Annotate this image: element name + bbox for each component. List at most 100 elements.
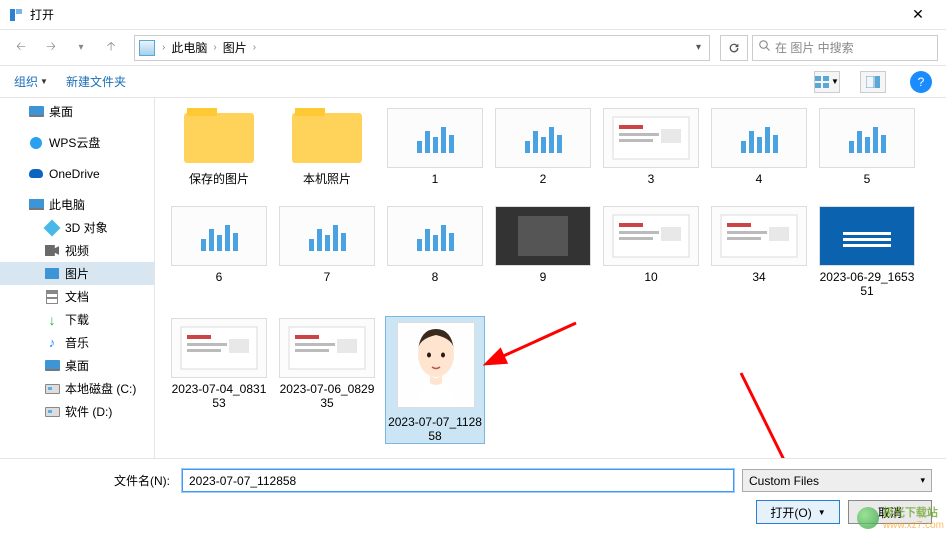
breadcrumb-folder[interactable]: 图片 <box>220 37 250 58</box>
file-label: 3 <box>601 172 701 186</box>
open-button[interactable]: 打开(O)▼ <box>756 500 840 524</box>
sidebar-item-download[interactable]: ↓ 下载 <box>0 308 154 331</box>
titlebar: 打开 ✕ <box>0 0 946 30</box>
sidebar-item-disk[interactable]: 软件 (D:) <box>0 400 154 423</box>
search-input[interactable]: 在 图片 中搜索 <box>752 35 938 61</box>
file-item[interactable]: 8 <box>385 204 485 298</box>
disk-icon <box>44 404 60 420</box>
file-list[interactable]: 保存的图片本机照片12345 678910342023-06-29_165351… <box>155 98 946 458</box>
wps-icon <box>28 135 44 151</box>
sidebar-item-wps[interactable]: WPS云盘 <box>0 131 154 154</box>
music-icon: ♪ <box>44 335 60 351</box>
sidebar-item-3d[interactable]: 3D 对象 <box>0 216 154 239</box>
filename-label: 文件名(N): <box>14 472 174 489</box>
sidebar-item-docs[interactable]: 文档 <box>0 285 154 308</box>
sidebar-item-pictures[interactable]: 图片 <box>0 262 154 285</box>
file-item[interactable]: 3 <box>601 106 701 186</box>
sidebar-item-video[interactable]: 视频 <box>0 239 154 262</box>
file-item[interactable]: 本机照片 <box>277 106 377 186</box>
sidebar-item-label: 桌面 <box>65 357 89 374</box>
toolbar: 组织▼ 新建文件夹 ▼ ? <box>0 66 946 98</box>
sidebar-item-label: 下载 <box>65 311 89 328</box>
download-icon: ↓ <box>44 312 60 328</box>
sidebar-item-label: 文档 <box>65 288 89 305</box>
navbar: 🡠 🡢 ▾ 🡡 › 此电脑 › 图片 › ▾ 在 图片 中搜索 <box>0 30 946 66</box>
up-button[interactable]: 🡡 <box>98 35 124 61</box>
chevron-down-icon: ▼ <box>831 77 839 86</box>
file-label: 2023-07-07_112858 <box>386 415 484 443</box>
file-label: 2023-07-04_083153 <box>169 382 269 410</box>
sidebar-item-label: WPS云盘 <box>49 134 100 151</box>
file-item[interactable]: 2023-07-04_083153 <box>169 316 269 444</box>
sidebar-item-label: 软件 (D:) <box>65 403 112 420</box>
file-label: 本机照片 <box>277 172 377 186</box>
file-item[interactable]: 10 <box>601 204 701 298</box>
view-mode-button[interactable]: ▼ <box>814 71 840 93</box>
footer: 文件名(N): Custom Files ▾ 打开(O)▼ 取消 <box>0 458 946 532</box>
sidebar-item-label: 3D 对象 <box>65 219 108 236</box>
3d-icon <box>44 220 60 236</box>
organize-menu[interactable]: 组织▼ <box>14 73 48 90</box>
breadcrumb-dropdown[interactable]: ▾ <box>692 42 705 53</box>
file-label: 1 <box>385 172 485 186</box>
window-title: 打开 <box>30 6 54 23</box>
help-button[interactable]: ? <box>910 71 932 93</box>
disk-icon <box>44 381 60 397</box>
sidebar-item-label: 本地磁盘 (C:) <box>65 380 136 397</box>
file-item[interactable]: 2023-07-06_082935 <box>277 316 377 444</box>
file-label: 2 <box>493 172 593 186</box>
preview-pane-button[interactable] <box>860 71 886 93</box>
chevron-down-icon: ▼ <box>40 77 48 86</box>
sidebar-item-onedrive[interactable]: OneDrive <box>0 162 154 185</box>
back-button[interactable]: 🡠 <box>8 35 34 61</box>
sidebar-item-label: 图片 <box>65 265 89 282</box>
file-label: 10 <box>601 270 701 284</box>
desktop-icon <box>44 358 60 374</box>
sidebar-item-desktop[interactable]: 桌面 <box>0 100 154 123</box>
close-button[interactable]: ✕ <box>898 0 938 30</box>
main-area: 桌面WPS云盘OneDrive此电脑3D 对象视频图片文档↓下载♪音乐桌面本地磁… <box>0 98 946 458</box>
file-item[interactable]: 保存的图片 <box>169 106 269 186</box>
file-label: 2023-07-06_082935 <box>277 382 377 410</box>
file-item[interactable]: 5 <box>817 106 917 186</box>
file-label: 7 <box>277 270 377 284</box>
file-item[interactable]: 2023-06-29_165351 <box>817 204 917 298</box>
onedrive-icon <box>28 166 44 182</box>
chevron-right-icon: › <box>162 42 165 53</box>
file-item[interactable]: 34 <box>709 204 809 298</box>
chevron-right-icon: › <box>253 42 256 53</box>
refresh-button[interactable] <box>720 35 748 61</box>
file-label: 2023-06-29_165351 <box>817 270 917 298</box>
sidebar-item-label: 此电脑 <box>49 196 85 213</box>
pictures-icon <box>44 266 60 282</box>
breadcrumb-root[interactable]: 此电脑 <box>168 37 210 58</box>
file-label: 34 <box>709 270 809 284</box>
file-item[interactable]: 7 <box>277 204 377 298</box>
sidebar: 桌面WPS云盘OneDrive此电脑3D 对象视频图片文档↓下载♪音乐桌面本地磁… <box>0 98 155 458</box>
file-label: 6 <box>169 270 269 284</box>
file-type-select[interactable]: Custom Files ▾ <box>742 469 932 492</box>
recent-dropdown[interactable]: ▾ <box>68 35 94 61</box>
file-item[interactable]: 9 <box>493 204 593 298</box>
file-item[interactable]: 2 <box>493 106 593 186</box>
sidebar-item-desktop[interactable]: 桌面 <box>0 354 154 377</box>
sidebar-item-label: 桌面 <box>49 103 73 120</box>
filename-input[interactable] <box>182 469 734 492</box>
forward-button[interactable]: 🡢 <box>38 35 64 61</box>
sidebar-item-disk[interactable]: 本地磁盘 (C:) <box>0 377 154 400</box>
file-item[interactable]: 1 <box>385 106 485 186</box>
sidebar-item-pc[interactable]: 此电脑 <box>0 193 154 216</box>
file-item[interactable]: 2023-07-07_112858 <box>385 316 485 444</box>
file-label: 5 <box>817 172 917 186</box>
sidebar-item-music[interactable]: ♪音乐 <box>0 331 154 354</box>
chevron-down-icon: ▾ <box>920 475 925 486</box>
new-folder-button[interactable]: 新建文件夹 <box>66 73 126 90</box>
docs-icon <box>44 289 60 305</box>
breadcrumb[interactable]: › 此电脑 › 图片 › ▾ <box>134 35 710 61</box>
file-item[interactable]: 4 <box>709 106 809 186</box>
sidebar-item-label: OneDrive <box>49 167 100 181</box>
cancel-button[interactable]: 取消 <box>848 500 932 524</box>
desktop-icon <box>28 104 44 120</box>
file-item[interactable]: 6 <box>169 204 269 298</box>
location-icon <box>139 40 155 56</box>
